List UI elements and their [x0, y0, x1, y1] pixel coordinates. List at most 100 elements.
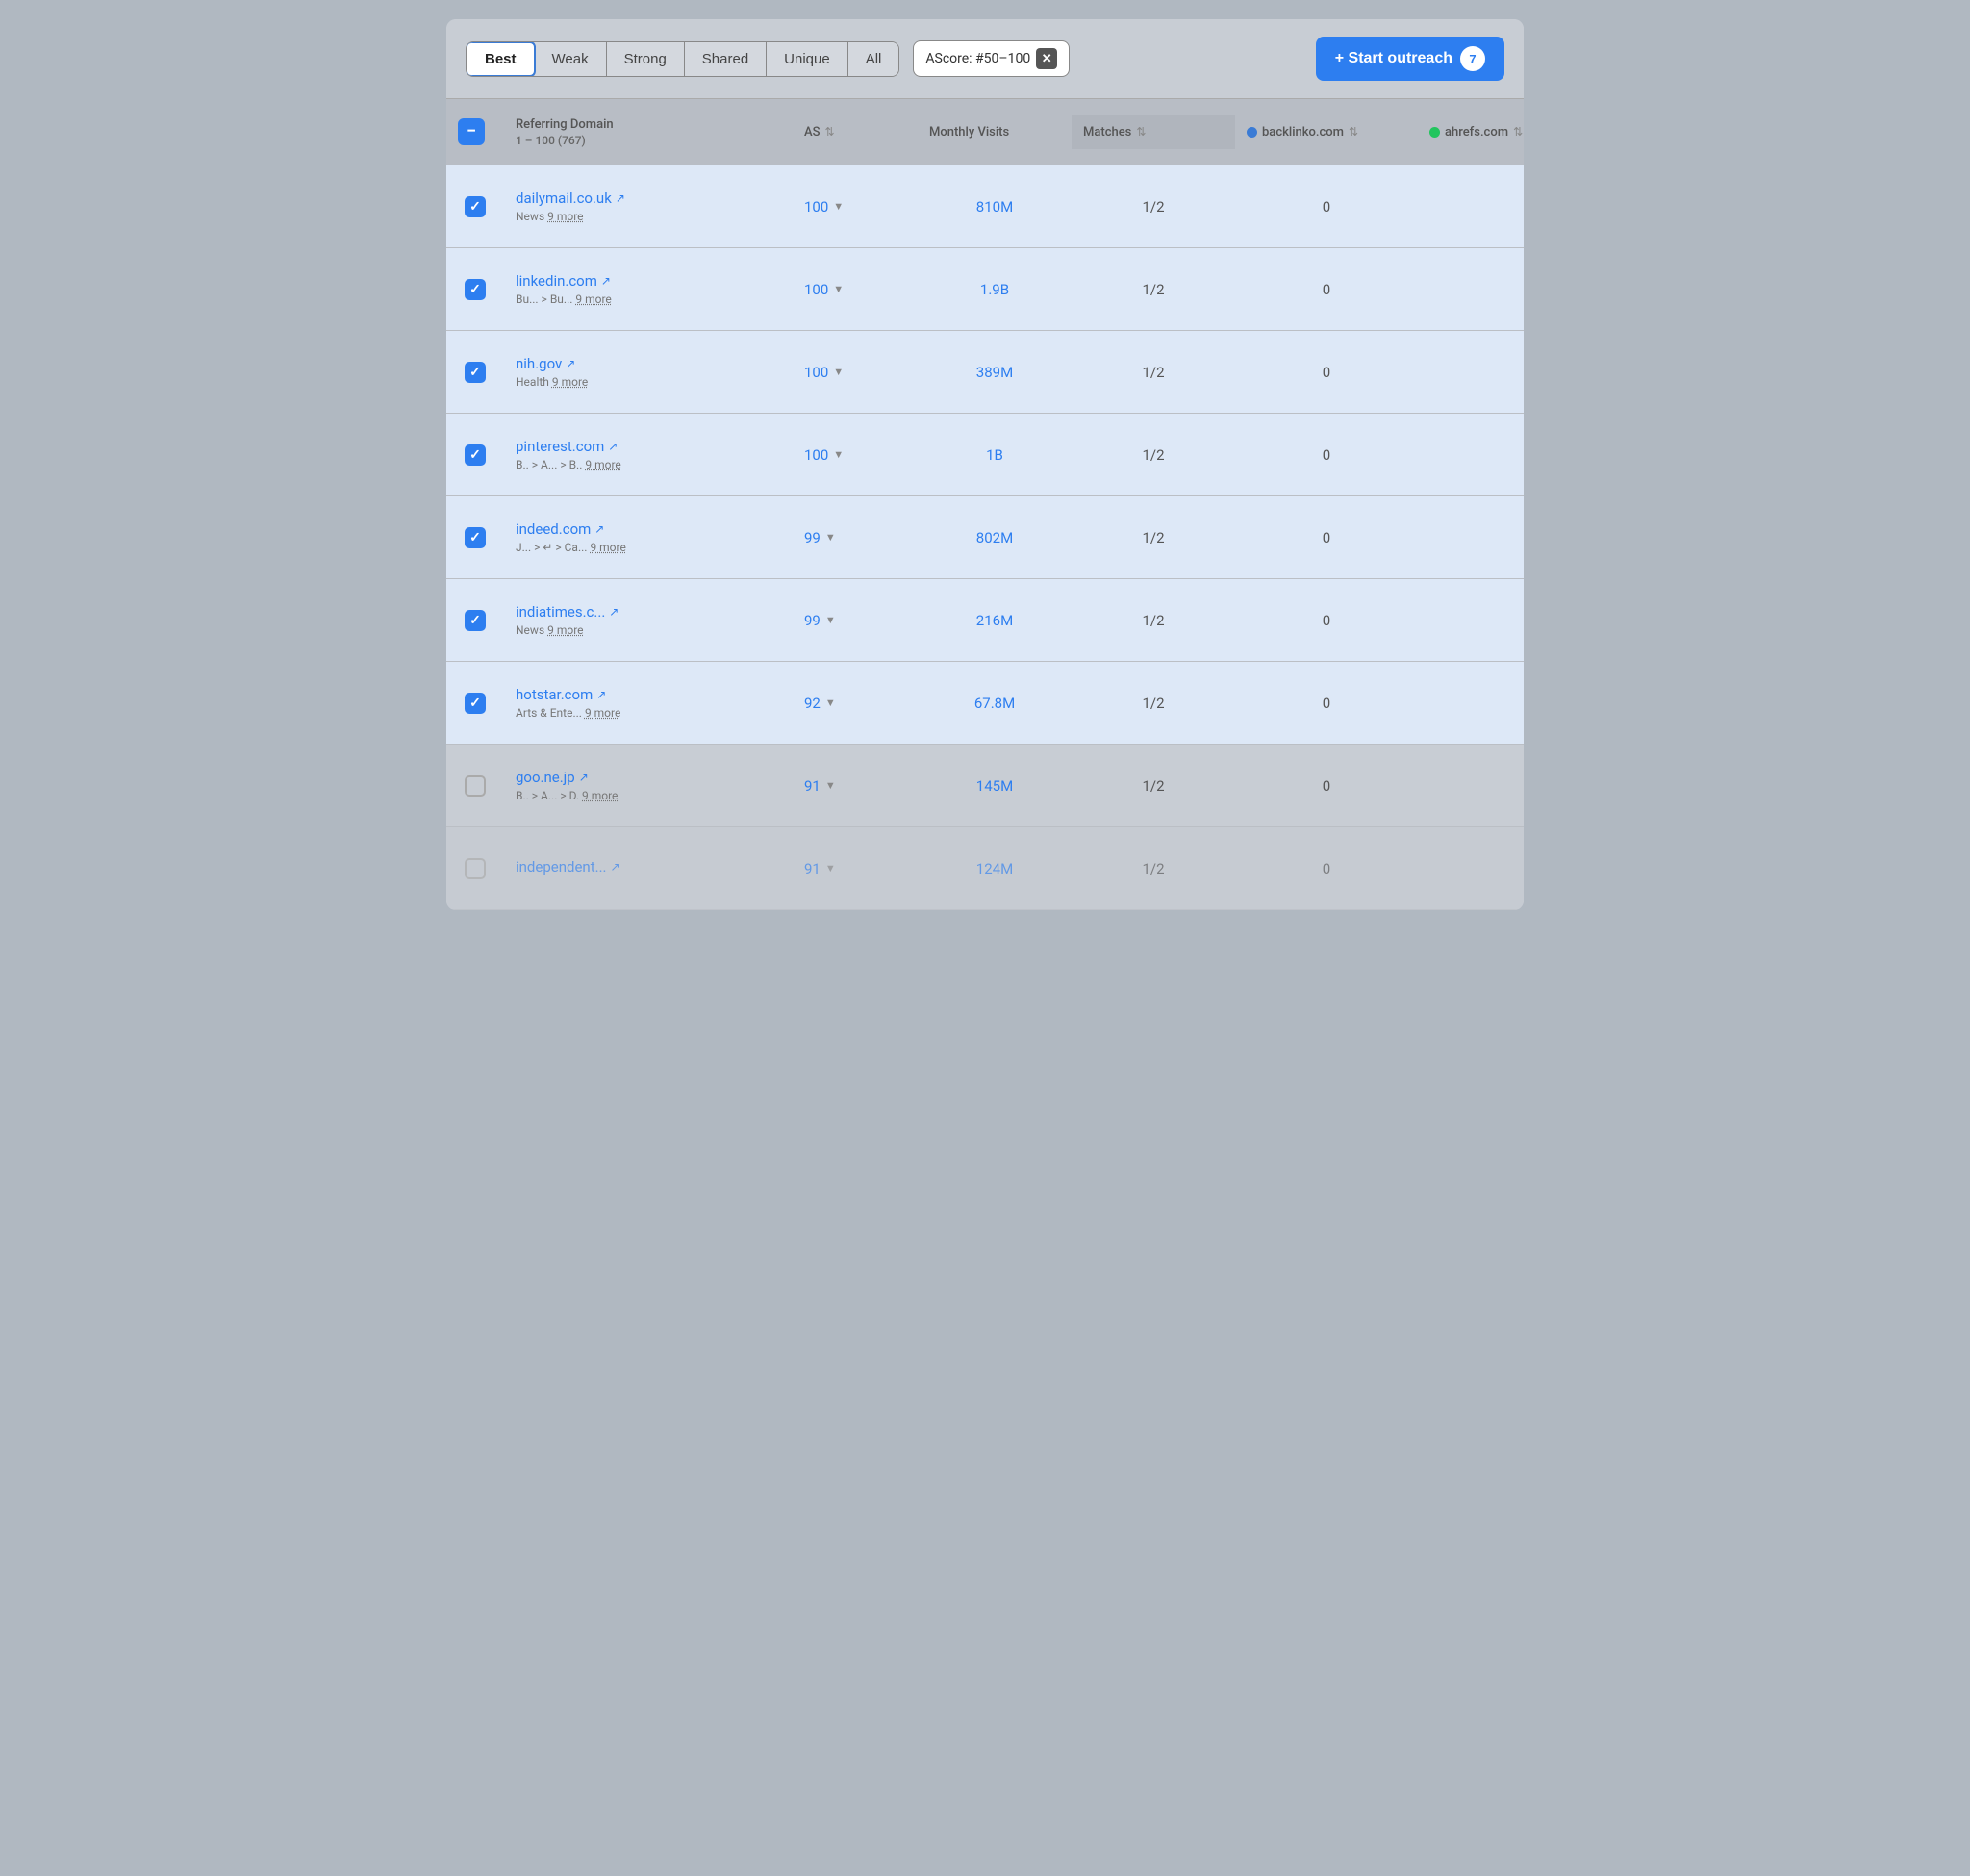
domain-link[interactable]: indiatimes.c... ↗	[516, 603, 781, 621]
as-arrow-icon: ▼	[825, 614, 836, 626]
tag-more[interactable]: 9 more	[547, 210, 583, 223]
start-outreach-button[interactable]: + Start outreach 7	[1316, 37, 1504, 81]
external-link-icon[interactable]: ↗	[594, 522, 604, 536]
ascore-clear-button[interactable]: ✕	[1036, 48, 1057, 69]
as-arrow-icon: ▼	[825, 779, 836, 792]
header-referring-domain: Referring Domain 1 – 100 (767)	[504, 108, 793, 157]
as-sort-icon[interactable]: ⇅	[825, 125, 835, 139]
domain-tags: Bu... > Bu... 9 more	[516, 292, 781, 306]
external-link-icon[interactable]: ↗	[601, 274, 611, 288]
table-row: linkedin.com ↗ Bu... > Bu... 9 more 100 …	[446, 248, 1524, 331]
tab-shared[interactable]: Shared	[685, 42, 767, 76]
header-ahrefs: ahrefs.com ⇅	[1418, 115, 1524, 149]
ahrefs-sort-icon[interactable]: ⇅	[1513, 125, 1523, 139]
table-row: dailymail.co.uk ↗ News 9 more 100 ▼ 810M…	[446, 165, 1524, 248]
tag-more[interactable]: 9 more	[547, 623, 583, 637]
row-domain-cell: nih.gov ↗ Health 9 more	[504, 345, 793, 398]
matches-label: Matches	[1083, 125, 1131, 139]
matches-sort-icon[interactable]: ⇅	[1136, 125, 1146, 139]
monthly-visits-label: Monthly Visits	[929, 125, 1009, 139]
row-checkbox[interactable]	[465, 196, 486, 217]
domain-name-text: indiatimes.c...	[516, 603, 605, 621]
row-checkbox[interactable]	[465, 527, 486, 548]
backlinko-dot	[1247, 127, 1257, 138]
table-row: hotstar.com ↗ Arts & Ente... 9 more 92 ▼…	[446, 662, 1524, 745]
ahrefs-label: ahrefs.com	[1445, 125, 1508, 139]
backlinko-sort-icon[interactable]: ⇅	[1349, 125, 1358, 139]
row-backlinko: 0	[1235, 437, 1418, 473]
ascore-label: AScore: #50–100	[925, 51, 1030, 66]
domain-name-text: hotstar.com	[516, 686, 593, 703]
domain-name-text: pinterest.com	[516, 438, 604, 455]
as-score-value: 100	[804, 446, 828, 464]
row-monthly-visits: 810M	[918, 189, 1072, 225]
domain-link[interactable]: indeed.com ↗	[516, 520, 781, 538]
tab-weak[interactable]: Weak	[535, 42, 607, 76]
tag-more[interactable]: 9 more	[552, 375, 588, 389]
row-checkbox[interactable]	[465, 858, 486, 879]
ahrefs-dot	[1429, 127, 1440, 138]
row-matches: 1/2	[1072, 520, 1235, 556]
as-arrow-icon: ▼	[825, 862, 836, 875]
external-link-icon[interactable]: ↗	[579, 771, 589, 784]
external-link-icon[interactable]: ↗	[609, 605, 619, 619]
row-checkbox-cell	[446, 435, 504, 475]
domain-link[interactable]: independent... ↗	[516, 858, 781, 875]
select-all-checkbox[interactable]	[458, 118, 485, 145]
row-checkbox[interactable]	[465, 362, 486, 383]
as-score-value: 100	[804, 198, 828, 215]
domain-link[interactable]: nih.gov ↗	[516, 355, 781, 372]
start-outreach-label: + Start outreach	[1335, 50, 1452, 67]
domain-tags: Arts & Ente... 9 more	[516, 706, 781, 720]
tab-best[interactable]: Best	[466, 41, 536, 77]
tab-all[interactable]: All	[848, 42, 899, 76]
table-row: pinterest.com ↗ B.. > A... > B.. 9 more …	[446, 414, 1524, 496]
row-as: 100 ▼	[793, 437, 918, 473]
tag-more[interactable]: 9 more	[575, 292, 611, 306]
row-checkbox[interactable]	[465, 444, 486, 466]
row-checkbox[interactable]	[465, 693, 486, 714]
external-link-icon[interactable]: ↗	[596, 688, 606, 701]
row-as: 100 ▼	[793, 354, 918, 391]
domain-link[interactable]: linkedin.com ↗	[516, 272, 781, 290]
header-checkbox-col	[446, 109, 504, 155]
row-domain-cell: pinterest.com ↗ B.. > A... > B.. 9 more	[504, 428, 793, 481]
row-as: 100 ▼	[793, 189, 918, 225]
tab-unique[interactable]: Unique	[767, 42, 848, 76]
filter-tabs: Best Weak Strong Shared Unique All	[466, 41, 899, 77]
table-row: indeed.com ↗ J... > ↵ > Ca... 9 more 99 …	[446, 496, 1524, 579]
domain-link[interactable]: goo.ne.jp ↗	[516, 769, 781, 786]
tag-more[interactable]: 9 more	[585, 458, 620, 471]
domain-name-text: independent...	[516, 858, 606, 875]
tab-strong[interactable]: Strong	[607, 42, 685, 76]
external-link-icon[interactable]: ↗	[610, 860, 619, 874]
external-link-icon[interactable]: ↗	[566, 357, 575, 370]
domain-link[interactable]: hotstar.com ↗	[516, 686, 781, 703]
row-backlinko: 0	[1235, 189, 1418, 225]
row-checkbox-cell	[446, 600, 504, 641]
row-checkbox[interactable]	[465, 610, 486, 631]
row-checkbox[interactable]	[465, 279, 486, 300]
row-checkbox-cell	[446, 518, 504, 558]
row-checkbox-cell	[446, 269, 504, 310]
row-ahrefs: > 1	[1418, 189, 1524, 225]
header-backlinko: backlinko.com ⇅	[1235, 115, 1418, 149]
row-as: 91 ▼	[793, 768, 918, 804]
external-link-icon[interactable]: ↗	[616, 191, 625, 205]
domain-tags: B.. > A... > D. 9 more	[516, 789, 781, 802]
domain-link[interactable]: dailymail.co.uk ↗	[516, 190, 781, 207]
domain-name-text: dailymail.co.uk	[516, 190, 612, 207]
domain-link[interactable]: pinterest.com ↗	[516, 438, 781, 455]
row-checkbox[interactable]	[465, 775, 486, 797]
domain-name-text: linkedin.com	[516, 272, 597, 290]
tag-more[interactable]: 9 more	[590, 541, 625, 554]
row-domain-cell: goo.ne.jp ↗ B.. > A... > D. 9 more	[504, 759, 793, 812]
row-ahrefs: > 1	[1418, 354, 1524, 391]
tag-more[interactable]: 9 more	[582, 789, 618, 802]
row-monthly-visits: 67.8M	[918, 685, 1072, 722]
external-link-icon[interactable]: ↗	[608, 440, 618, 453]
row-domain-cell: indiatimes.c... ↗ News 9 more	[504, 594, 793, 646]
table-body: dailymail.co.uk ↗ News 9 more 100 ▼ 810M…	[446, 165, 1524, 910]
tag-more[interactable]: 9 more	[585, 706, 620, 720]
row-ahrefs: > 1	[1418, 271, 1524, 308]
